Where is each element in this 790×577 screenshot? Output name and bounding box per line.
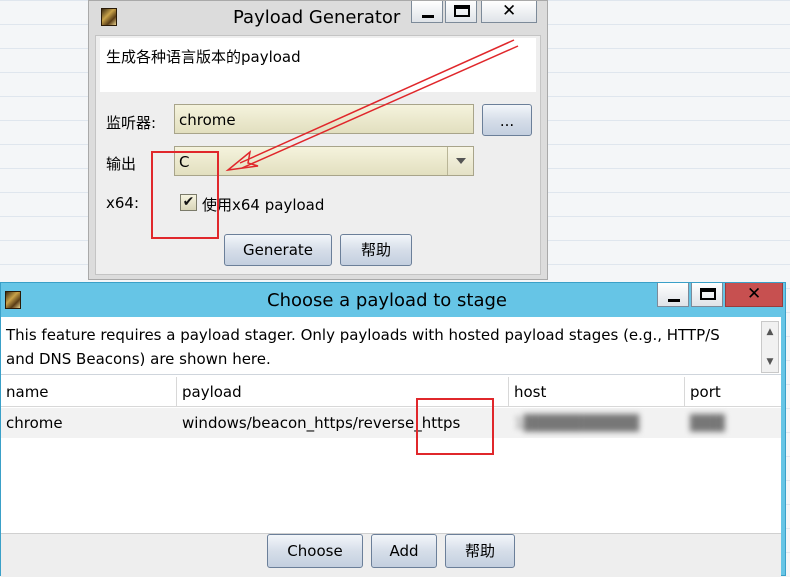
- close-icon: ✕: [502, 1, 517, 21]
- close-icon: ✕: [747, 284, 762, 304]
- column-header-name[interactable]: name: [1, 377, 177, 407]
- listener-label: 监听器:: [106, 114, 157, 132]
- column-header-host[interactable]: host: [509, 377, 685, 407]
- chevron-down-icon[interactable]: [447, 147, 473, 175]
- annotation-highlight-payload: [416, 398, 494, 455]
- close-button[interactable]: ✕: [481, 1, 537, 23]
- app-icon: [5, 291, 21, 309]
- output-label: 输出: [106, 155, 137, 173]
- minimize-button[interactable]: [411, 1, 443, 23]
- table-header: name payload host port: [1, 377, 781, 407]
- description-text: 生成各种语言版本的payload: [106, 48, 301, 66]
- generate-button[interactable]: Generate: [224, 234, 332, 266]
- x64-label: x64:: [106, 194, 140, 212]
- x64-checkbox-label[interactable]: 使用x64 payload: [202, 194, 324, 215]
- generator-titlebar[interactable]: Payload Generator ✕: [89, 1, 547, 33]
- chooser-help-button[interactable]: 帮助: [445, 534, 515, 568]
- annotation-highlight-checkbox: [151, 151, 219, 239]
- listener-value: chrome: [179, 111, 236, 129]
- notice-text: This feature requires a payload stager. …: [6, 326, 720, 368]
- generator-description: 生成各种语言版本的payload: [100, 38, 536, 92]
- app-icon: [101, 8, 117, 26]
- chooser-notice: This feature requires a payload stager. …: [1, 317, 781, 375]
- cell-host: 1██████████: [514, 414, 639, 432]
- choose-button[interactable]: Choose: [267, 534, 363, 568]
- browse-listener-button[interactable]: ...: [482, 104, 532, 136]
- scroll-up-icon[interactable]: ▲: [762, 324, 778, 340]
- minimize-icon: [422, 15, 434, 18]
- minimize-icon: [668, 299, 680, 302]
- table-row[interactable]: chrome windows/beacon_https/reverse_http…: [1, 408, 781, 438]
- maximize-icon: [454, 5, 470, 17]
- add-button[interactable]: Add: [371, 534, 437, 568]
- close-button[interactable]: ✕: [725, 283, 783, 307]
- output-select[interactable]: C: [174, 146, 474, 176]
- chooser-body: This feature requires a payload stager. …: [1, 317, 781, 577]
- maximize-button[interactable]: [445, 1, 477, 23]
- scroll-down-icon[interactable]: ▼: [762, 354, 778, 370]
- notice-scrollbar[interactable]: ▲ ▼: [761, 321, 779, 373]
- column-header-port[interactable]: port: [685, 377, 781, 407]
- cell-port: ███: [690, 414, 725, 432]
- chooser-title: Choose a payload to stage: [267, 290, 507, 311]
- cell-name: chrome: [6, 414, 63, 432]
- choose-payload-window: Choose a payload to stage ✕ This feature…: [0, 282, 786, 577]
- maximize-button[interactable]: [691, 283, 723, 307]
- minimize-button[interactable]: [657, 283, 689, 307]
- chooser-titlebar[interactable]: Choose a payload to stage ✕: [1, 283, 785, 317]
- chooser-footer: Choose Add 帮助: [1, 533, 781, 577]
- maximize-icon: [700, 288, 716, 300]
- generator-title: Payload Generator: [233, 7, 401, 28]
- listener-field[interactable]: chrome: [174, 104, 474, 134]
- generator-help-button[interactable]: 帮助: [340, 234, 412, 266]
